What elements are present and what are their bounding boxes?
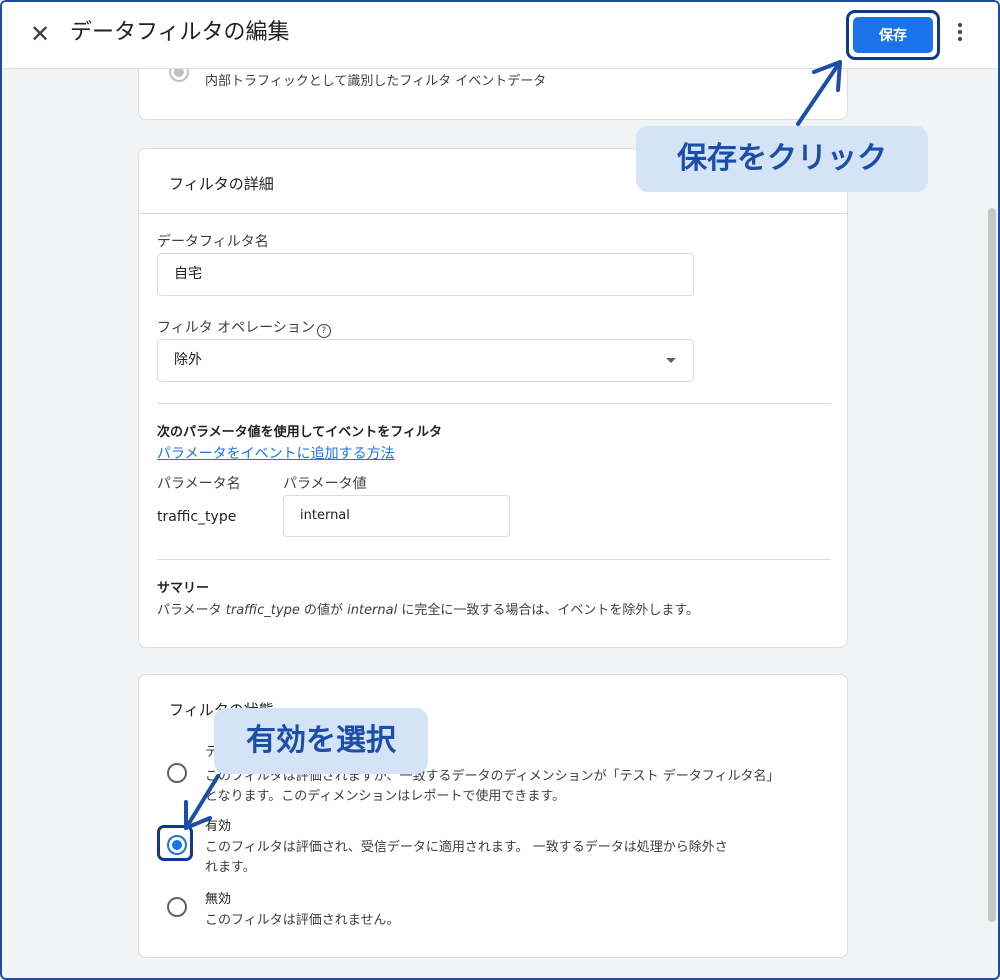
dialog-frame: 内部トラフィックとして識別したフィルタ イベントデータ フィルタの詳細 データフ… <box>0 0 1000 980</box>
annotation-arrows <box>184 60 842 830</box>
